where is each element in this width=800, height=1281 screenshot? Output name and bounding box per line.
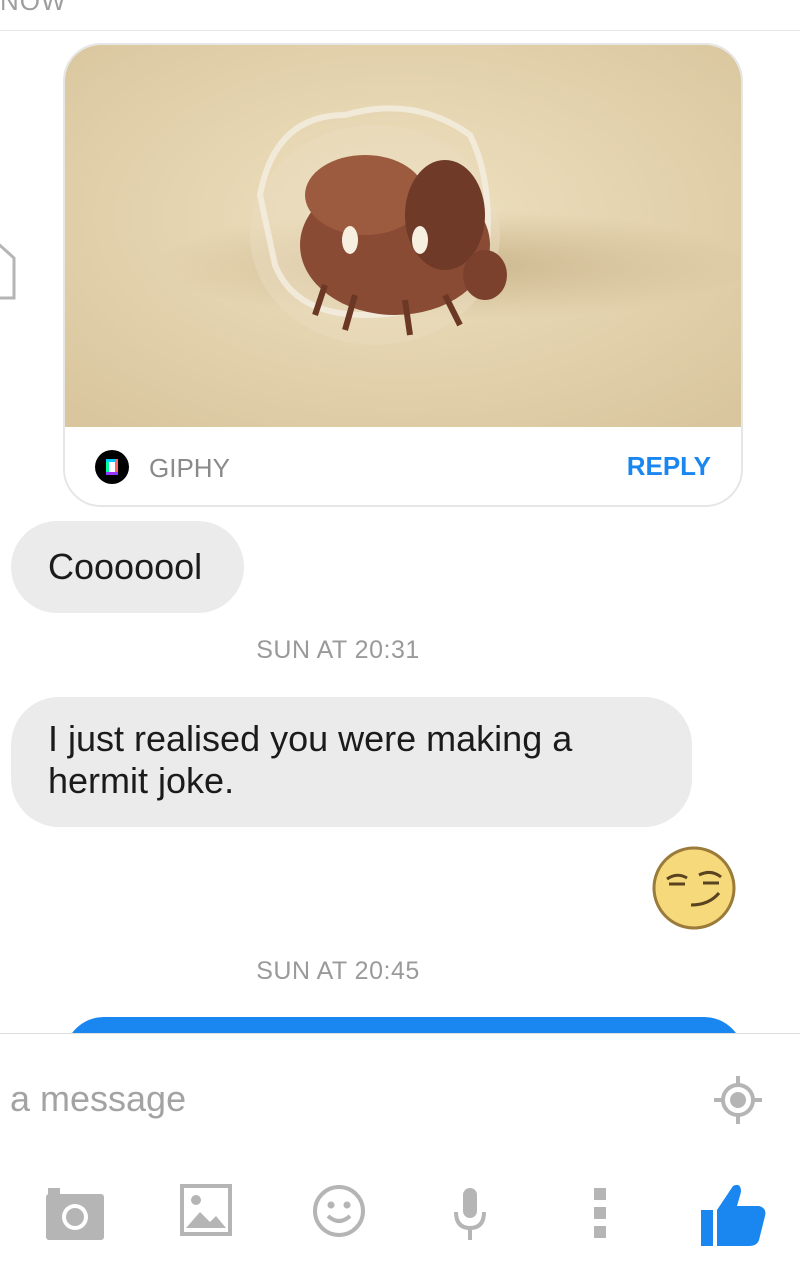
message-composer xyxy=(0,1033,800,1281)
gallery-icon[interactable] xyxy=(180,1184,232,1236)
location-icon[interactable] xyxy=(712,1074,764,1126)
giphy-logo-icon xyxy=(95,450,129,484)
giphy-provider-label: GIPHY xyxy=(149,453,230,483)
message-timestamp: SUN AT 20:45 xyxy=(256,957,420,985)
reply-button[interactable]: REPLY xyxy=(627,451,711,482)
composer-toolbar xyxy=(0,1184,800,1274)
microphone-icon[interactable] xyxy=(450,1184,490,1244)
incoming-message[interactable]: I just realised you were making a hermit… xyxy=(11,697,692,827)
message-text: I just realised you were making a hermit… xyxy=(48,718,573,801)
message-input[interactable] xyxy=(10,1074,660,1124)
incoming-message[interactable]: Cooooool xyxy=(11,521,244,613)
giphy-card[interactable]: GIPHY REPLY xyxy=(63,43,743,507)
gif-image[interactable] xyxy=(65,45,741,427)
gif-footer: GIPHY REPLY xyxy=(65,427,741,505)
emoji-icon[interactable] xyxy=(312,1184,366,1238)
like-icon[interactable] xyxy=(695,1180,769,1250)
message-text: Cooooool xyxy=(48,546,203,587)
smirk-emoji-icon[interactable] xyxy=(651,845,737,931)
header-partial-text: NOW xyxy=(0,0,67,16)
share-icon[interactable] xyxy=(0,240,24,310)
more-icon[interactable] xyxy=(588,1184,612,1242)
camera-icon[interactable] xyxy=(44,1184,106,1244)
message-timestamp: SUN AT 20:31 xyxy=(256,636,420,664)
conversation-header: NOW xyxy=(0,0,800,31)
